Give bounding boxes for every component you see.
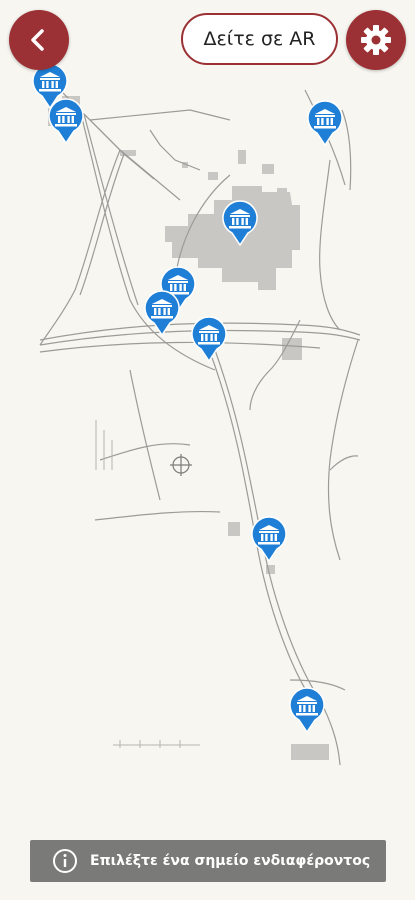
settings-button[interactable]: [346, 10, 406, 70]
poi-marker[interactable]: [190, 316, 228, 363]
poi-marker[interactable]: [250, 516, 288, 563]
map-roads: [39, 69, 361, 766]
chevron-left-icon: [31, 29, 44, 51]
poi-marker[interactable]: [306, 100, 344, 147]
ar-view-button[interactable]: Δείτε σε AR: [181, 13, 338, 65]
map-buildings: [48, 96, 329, 760]
poi-marker[interactable]: [288, 687, 326, 734]
crosshair-icon: [170, 454, 192, 476]
poi-marker[interactable]: [47, 98, 85, 145]
info-icon: [52, 848, 78, 874]
poi-marker[interactable]: [143, 290, 181, 337]
ar-view-button-label: Δείτε σε AR: [203, 28, 316, 50]
status-bar: Επιλέξτε ένα σημείο ενδιαφέροντος: [30, 840, 386, 882]
poi-marker[interactable]: [221, 200, 259, 247]
back-button[interactable]: [9, 10, 69, 70]
gear-icon: [361, 25, 391, 55]
map-grid-ticks: [95, 420, 200, 748]
status-text: Επιλέξτε ένα σημείο ενδιαφέροντος: [90, 853, 371, 869]
